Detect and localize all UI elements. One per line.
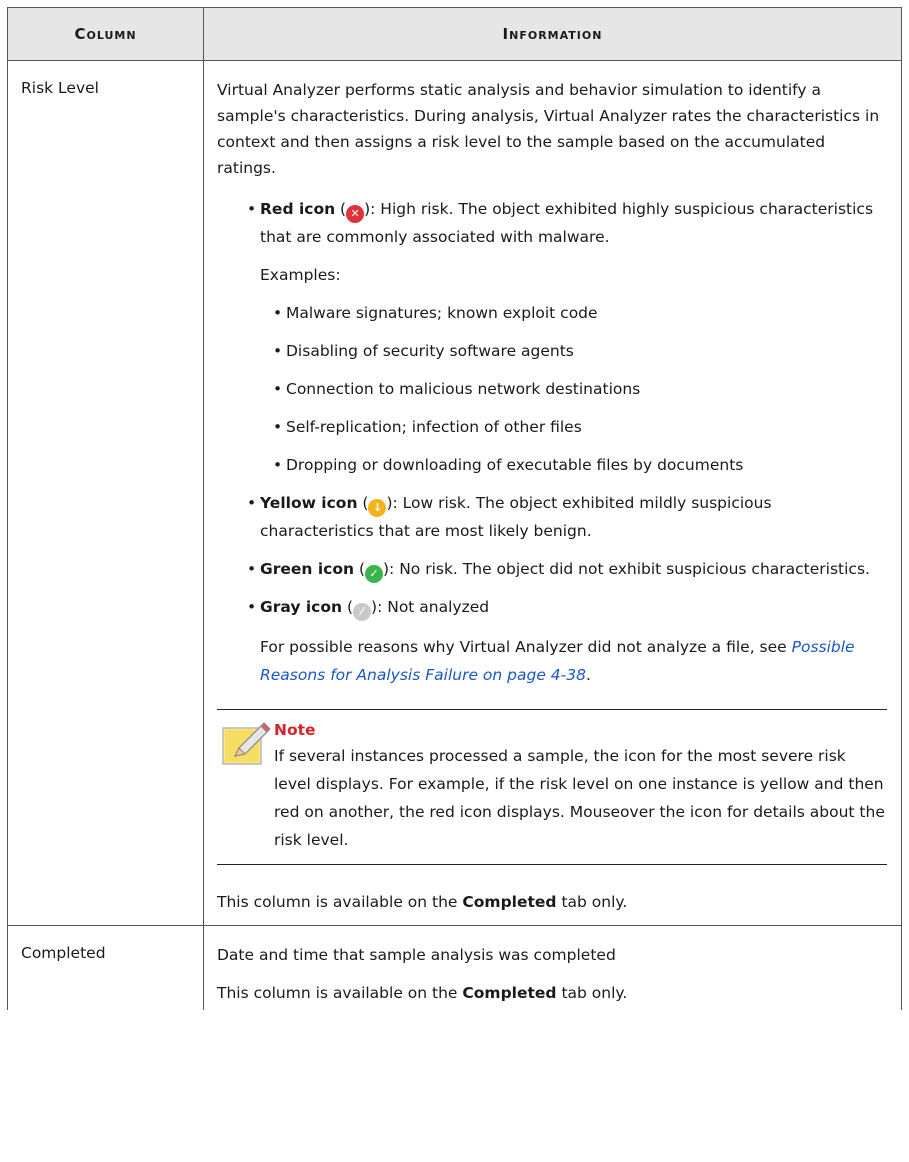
list-item: Self-replication; infection of other fil… <box>273 413 887 441</box>
risk-availability: This column is available on the Complete… <box>217 889 887 915</box>
paren-open: ( <box>357 494 369 512</box>
header-information: Information <box>203 7 902 61</box>
row-info-completed: Date and time that sample analysis was c… <box>203 925 902 1010</box>
gray-icon-label: Gray icon <box>260 598 343 616</box>
avail-pre: This column is available on the <box>217 984 463 1002</box>
list-item-yellow: Yellow icon (↓): Low risk. The object ex… <box>247 489 887 545</box>
completed-desc: Date and time that sample analysis was c… <box>217 946 616 964</box>
green-check-icon: ✓ <box>365 565 383 583</box>
avail-post: tab only. <box>556 893 628 911</box>
gray-slash-icon: ⁄ <box>353 603 372 621</box>
row-name-completed: Completed <box>7 925 204 1010</box>
list-item-green: Green icon (✓): No risk. The object did … <box>247 555 887 583</box>
list-item: Malware signatures; known exploit code <box>273 299 887 327</box>
note-pencil-icon <box>222 722 271 765</box>
list-item: Disabling of security software agents <box>273 337 887 365</box>
completed-availability: This column is available on the Complete… <box>217 980 887 1006</box>
risk-icon-list: Red icon (✕): High risk. The object exhi… <box>217 195 887 689</box>
avail-post: tab only. <box>556 984 628 1002</box>
list-item: Connection to malicious network destinat… <box>273 375 887 403</box>
reasons-end: . <box>585 666 591 684</box>
completed-tab-ref: Completed <box>462 893 557 911</box>
header-column: Column <box>7 7 204 61</box>
risk-intro: Virtual Analyzer performs static analysi… <box>217 81 880 177</box>
red-icon-label: Red icon <box>260 200 336 218</box>
avail-pre: This column is available on the <box>217 893 463 911</box>
examples-label: Examples: <box>260 266 341 284</box>
column-info-table: Column Information Risk Level Virtual An… <box>7 7 902 1010</box>
green-icon-label: Green icon <box>260 560 355 578</box>
note-text: If several instances processed a sample,… <box>274 747 885 849</box>
note-box: Note If several instances processed a sa… <box>217 709 887 865</box>
green-description: ): No risk. The object did not exhibit s… <box>383 560 870 578</box>
paren-open: ( <box>335 200 347 218</box>
list-item: Dropping or downloading of executable fi… <box>273 451 887 479</box>
gray-description: ): Not analyzed <box>371 598 490 616</box>
yellow-down-arrow-icon: ↓ <box>368 499 387 517</box>
table-row: Risk Level Virtual Analyzer performs sta… <box>7 60 902 926</box>
reasons-text: For possible reasons why Virtual Analyze… <box>260 638 792 656</box>
table-row: Completed Date and time that sample anal… <box>7 925 902 1010</box>
reasons-paragraph: For possible reasons why Virtual Analyze… <box>260 633 887 689</box>
completed-tab-ref: Completed <box>462 984 557 1002</box>
row-info-risk-level: Virtual Analyzer performs static analysi… <box>203 60 902 926</box>
list-item-red: Red icon (✕): High risk. The object exhi… <box>247 195 887 479</box>
paren-open: ( <box>342 598 354 616</box>
table-header-row: Column Information <box>7 7 902 61</box>
note-title: Note <box>274 721 316 739</box>
row-name-risk-level: Risk Level <box>7 60 204 926</box>
list-item-gray: Gray icon (⁄): Not analyzed For possible… <box>247 593 887 689</box>
examples-list: Malware signatures; known exploit code D… <box>260 299 887 479</box>
paren-open: ( <box>354 560 365 578</box>
red-x-icon: ✕ <box>346 205 365 223</box>
yellow-icon-label: Yellow icon <box>260 494 358 512</box>
